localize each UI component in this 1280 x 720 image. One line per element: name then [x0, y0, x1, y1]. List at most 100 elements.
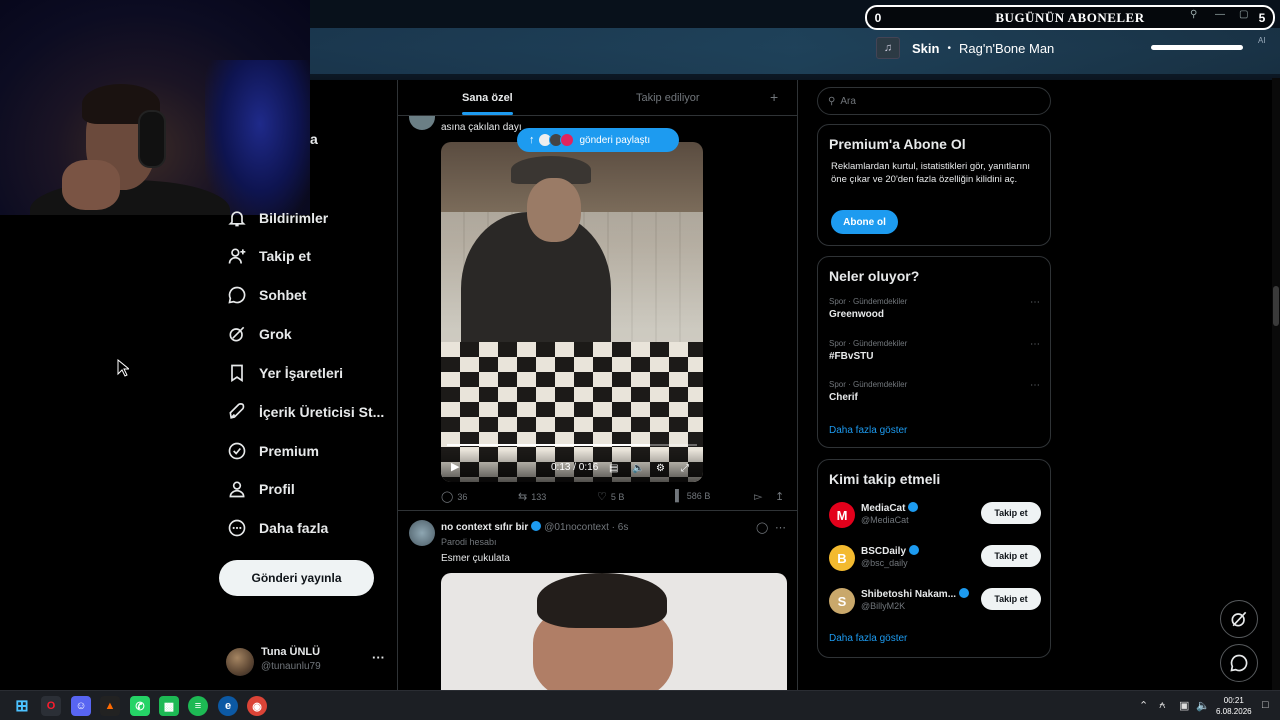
reply-button[interactable]: ◯ 36: [441, 490, 467, 503]
avatar: [559, 133, 574, 147]
network-icon[interactable]: ▣: [1179, 699, 1189, 712]
new-posts-pill[interactable]: ↑ gönderi paylaştı: [517, 128, 679, 152]
grok-fab-button[interactable]: [1220, 600, 1258, 638]
search-input[interactable]: ⚲ Ara: [817, 87, 1051, 115]
opera-browser-icon[interactable]: O: [41, 696, 61, 716]
sidebar-item-chat[interactable]: Sohbet: [219, 280, 389, 310]
follow-button[interactable]: Takip et: [981, 588, 1041, 610]
sidebar-item-profile[interactable]: Profil: [219, 474, 389, 504]
video-progress-fill: [447, 444, 650, 446]
more-icon[interactable]: ⋯: [1030, 380, 1041, 391]
captions-icon[interactable]: ▤: [609, 463, 618, 474]
taskbar-green-app-icon[interactable]: ▩: [159, 696, 179, 716]
song-title: Skin: [912, 40, 940, 56]
page-scrollbar[interactable]: [1272, 78, 1280, 690]
repost-count: 133: [531, 491, 547, 502]
bell-icon: [228, 211, 246, 227]
follow-show-more-link[interactable]: Daha fazla göster: [829, 633, 907, 644]
trends-show-more-link[interactable]: Daha fazla göster: [829, 425, 907, 436]
account-switcher[interactable]: Tuna ÜNLÜ @tunaunlu79 ···: [226, 644, 386, 676]
follow-suggestion[interactable]: S Shibetoshi Nakam... @BillyM2K Takip et: [829, 586, 1041, 620]
nav-hidden-label: a: [310, 131, 318, 147]
like-button[interactable]: ♡ 5 B: [597, 490, 624, 503]
scrollbar-thumb[interactable]: [1273, 286, 1279, 326]
rocket-icon: [229, 403, 245, 419]
subscriber-widget: 0 BUGÜNÜN ABONELER 5: [865, 5, 1275, 30]
divider: [398, 510, 797, 511]
minimize-icon[interactable]: —: [1215, 9, 1225, 20]
trend-item[interactable]: Spor · Gündemdekiler Greenwood ⋯: [829, 297, 1041, 327]
sidebar-item-label: Premium: [259, 443, 319, 459]
video-scene-face: [527, 178, 581, 242]
messages-fab-button[interactable]: [1220, 644, 1258, 682]
headset-icon: [138, 110, 166, 168]
video-progress-bar[interactable]: [447, 444, 697, 446]
verified-badge-icon: [531, 521, 542, 531]
video-player[interactable]: ▶ 0:13 / 0:16 ▤ 🔈 ⚙ ⤢: [441, 142, 703, 482]
whatsapp-icon[interactable]: ✆: [130, 696, 150, 716]
add-tab-icon[interactable]: +: [770, 89, 778, 105]
tab-for-you[interactable]: Sana özel: [462, 92, 513, 115]
grok-icon[interactable]: ◯: [756, 521, 768, 534]
trend-item[interactable]: Spor · Gündemdekiler #FBvSTU ⋯: [829, 339, 1041, 369]
bookmark-button[interactable]: ▻: [754, 490, 766, 503]
view-count: 586 B: [686, 491, 711, 501]
sidebar-item-grok[interactable]: Grok: [219, 319, 389, 349]
tweet-author[interactable]: no context sıfır bir @01nocontext · 6s: [441, 521, 628, 533]
more-icon[interactable]: ⋯: [1030, 339, 1041, 350]
subscribe-button[interactable]: Abone ol: [831, 210, 898, 234]
views-button[interactable]: ▌ 586 B: [675, 490, 710, 502]
maximize-icon[interactable]: ▢: [1239, 9, 1248, 20]
share-button[interactable]: ↥: [775, 490, 788, 503]
suggestion-handle: @bsc_daily: [861, 558, 908, 568]
tweet-image[interactable]: [441, 573, 787, 690]
avatar[interactable]: [409, 520, 435, 546]
sidebar-item-follow[interactable]: Takip et: [219, 241, 389, 271]
follow-button[interactable]: Takip et: [981, 545, 1041, 567]
play-icon[interactable]: ▶: [451, 460, 459, 473]
bookmark-icon: [231, 364, 243, 383]
arrow-up-icon: ↑: [529, 134, 535, 146]
sidebar-item-more[interactable]: Daha fazla: [219, 513, 389, 543]
sidebar-item-notifications[interactable]: Bildirimler: [219, 203, 389, 233]
sidebar-item-label: Bildirimler: [259, 210, 329, 226]
taskbar-clock[interactable]: 00:21 6.08.2026: [1216, 695, 1252, 717]
tray-chevron-icon[interactable]: ⌃: [1139, 699, 1148, 712]
sidebar-item-label: Takip et: [259, 248, 311, 264]
settings-icon[interactable]: ⚙: [656, 463, 665, 474]
sidebar-item-premium[interactable]: Premium: [219, 436, 389, 466]
windows-start-icon[interactable]: ⊞: [12, 696, 32, 716]
more-icon[interactable]: ···: [372, 650, 385, 665]
follow-suggestion[interactable]: B BSCDaily @bsc_daily Takip et: [829, 543, 1041, 577]
sidebar-item-label: Daha fazla: [259, 520, 329, 536]
share-icon: ↥: [775, 491, 785, 503]
ai-tag: AI: [1258, 36, 1266, 45]
post-button[interactable]: Gönderi yayınla: [219, 560, 374, 596]
repost-icon: ⇆: [518, 491, 528, 503]
notification-icon[interactable]: □: [1262, 699, 1269, 711]
microphone-icon[interactable]: ⍲: [1159, 699, 1166, 712]
sidebar-item-bookmarks[interactable]: Yer İşaretleri: [219, 358, 389, 388]
album-cover-icon: ♫: [876, 37, 900, 59]
repost-button[interactable]: ⇆ 133: [518, 490, 546, 503]
follow-button[interactable]: Takip et: [981, 502, 1041, 524]
volume-icon[interactable]: 🔈: [632, 463, 644, 474]
fullscreen-icon[interactable]: ⤢: [681, 463, 689, 474]
edge-icon[interactable]: e: [218, 696, 238, 716]
discord-icon[interactable]: ☺: [71, 696, 91, 716]
trend-item[interactable]: Spor · Gündemdekiler Cherif ⋯: [829, 380, 1041, 410]
spotify-icon[interactable]: ≡: [188, 696, 208, 716]
tab-following[interactable]: Takip ediliyor: [636, 92, 700, 104]
more-icon[interactable]: ⋯: [775, 521, 786, 534]
search-icon[interactable]: ⚲: [1190, 9, 1197, 20]
suggestion-name: MediaCat: [861, 502, 919, 514]
verified-icon: [228, 442, 246, 460]
speaker-icon[interactable]: 🔈: [1196, 699, 1210, 712]
follow-suggestion[interactable]: M MediaCat @MediaCat Takip et: [829, 500, 1041, 534]
sidebar-item-creator-studio[interactable]: İçerik Üreticisi St...: [219, 397, 389, 427]
taskbar-app-icon[interactable]: ▲: [100, 696, 120, 716]
suggestion-name: BSCDaily: [861, 545, 920, 557]
who-to-follow-card: Kimi takip etmeli M MediaCat @MediaCat T…: [817, 459, 1051, 658]
more-icon[interactable]: ⋯: [1030, 297, 1041, 308]
chrome-icon[interactable]: ◉: [247, 696, 267, 716]
